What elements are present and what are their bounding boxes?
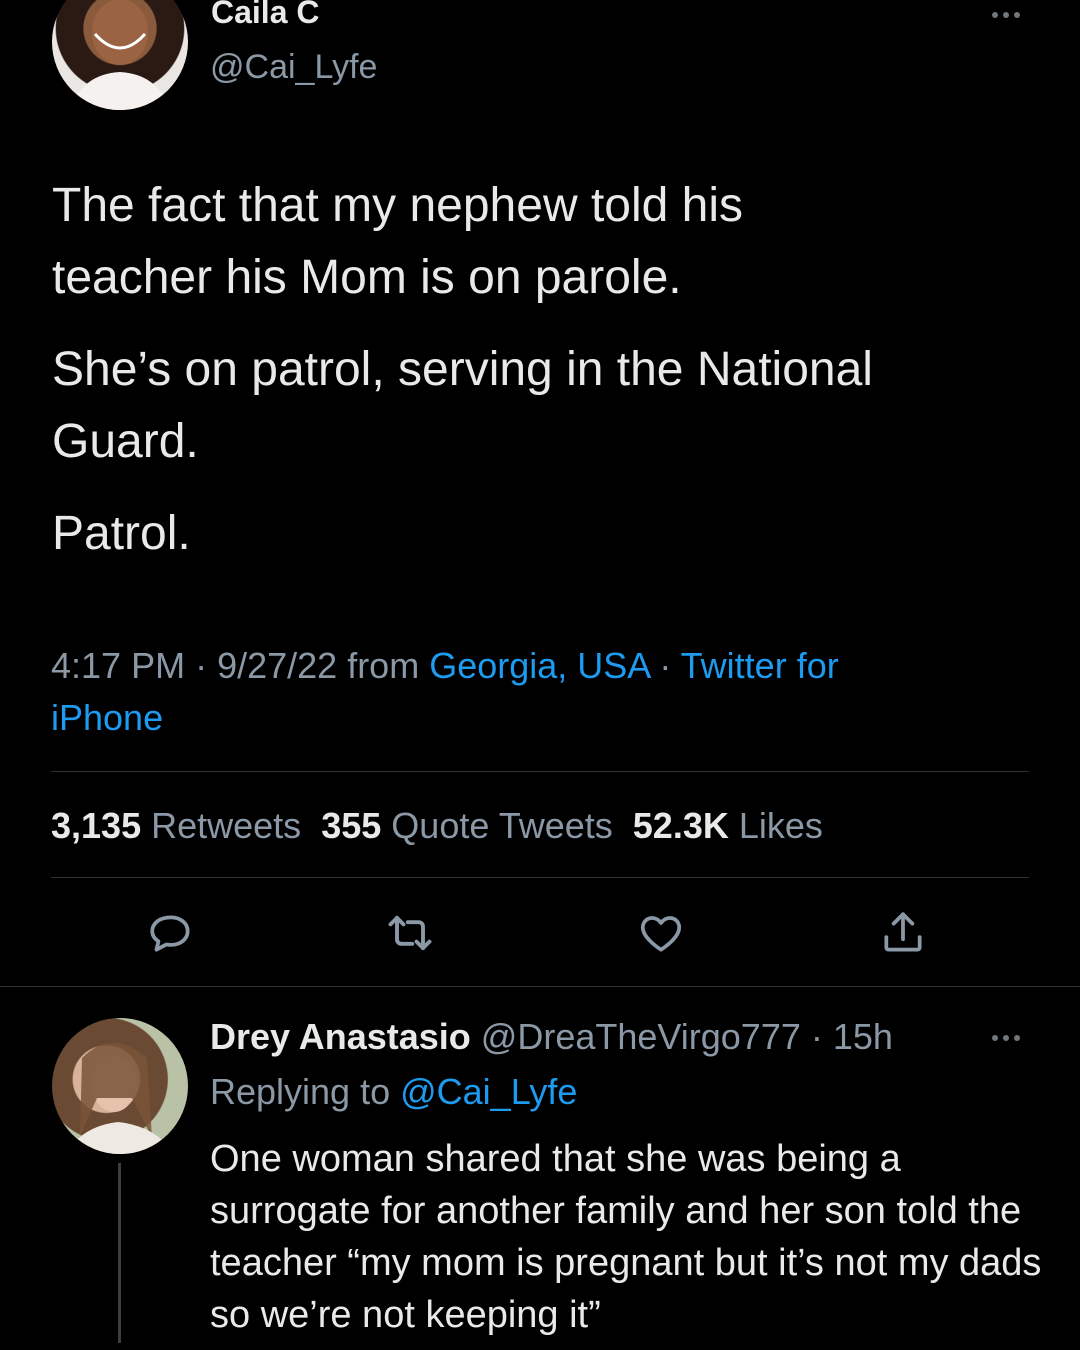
retweets-label: Retweets [151,805,302,846]
tweet-stats: 3,135 Retweets 355 Quote Tweets 52.3K Li… [51,804,823,848]
tweet-paragraph: She’s on patrol, serving in the National… [52,343,873,468]
reply-more-options-icon[interactable] [992,1035,1020,1041]
divider [51,771,1029,772]
reply-text: One woman shared that she was being a su… [210,1138,1042,1336]
reply-author-avatar[interactable] [52,1018,188,1154]
tweet-paragraph: Patrol. [52,507,191,560]
reply-time[interactable]: · 15h [801,1016,893,1057]
author-name[interactable]: Caila C [211,0,319,31]
reply-header: Drey Anastasio @DreaTheVirgo777 · 15h [210,1012,893,1062]
quotes-stat[interactable]: 355 Quote Tweets [321,805,623,846]
heart-icon [640,916,682,952]
reply-author-handle[interactable]: @DreaTheVirgo777 [481,1016,801,1057]
share-icon [884,912,922,952]
replying-to-handle[interactable]: @Cai_Lyfe [400,1071,577,1112]
thread-line [118,1163,121,1343]
divider [0,986,1080,987]
quotes-label: Quote Tweets [391,805,613,846]
tweet-date[interactable]: 9/27/22 from [217,645,429,686]
tweet-paragraph: The fact that my nephew told his teacher… [52,179,744,304]
separator: · [185,645,218,686]
likes-stat[interactable]: 52.3K Likes [633,805,823,846]
retweets-count: 3,135 [51,805,142,846]
replying-to-label: Replying to [210,1071,401,1112]
retweet-icon [388,915,432,951]
tweet-meta: 4:17 PM · 9/27/22 from Georgia, USA · Tw… [51,640,951,744]
reply-icon [150,915,190,952]
tweet-text: The fact that my nephew told his teacher… [52,170,1032,570]
author-handle[interactable]: @Cai_Lyfe [210,48,377,87]
more-options-icon[interactable] [992,12,1020,18]
like-button[interactable] [631,903,691,963]
divider [51,877,1029,878]
replying-to: Replying to @Cai_Lyfe [210,1067,577,1117]
share-button[interactable] [873,903,933,963]
tweet-location[interactable]: Georgia, USA [429,645,649,686]
likes-label: Likes [738,805,823,846]
retweet-button[interactable] [380,903,440,963]
quotes-count: 355 [321,805,382,846]
retweets-stat[interactable]: 3,135 Retweets [51,805,311,846]
avatar-image [70,0,170,110]
author-avatar[interactable] [52,0,188,110]
avatar-image [66,1043,174,1154]
likes-count: 52.3K [632,805,729,846]
separator: · [649,645,681,686]
reply-button[interactable] [141,903,201,963]
reply-author-name[interactable]: Drey Anastasio [210,1016,471,1057]
tweet-time[interactable]: 4:17 PM [51,645,185,686]
